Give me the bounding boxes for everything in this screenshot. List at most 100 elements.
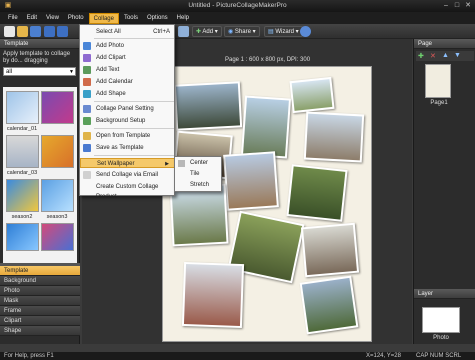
- template-hint: Apply template to collage by do... dragg…: [3, 51, 71, 64]
- move-down-icon[interactable]: ▼: [454, 52, 461, 59]
- submenu-item-stretch[interactable]: Stretch: [175, 180, 223, 191]
- template-thumb[interactable]: [6, 223, 39, 251]
- app-icon[interactable]: ▣: [3, 2, 13, 10]
- delete-page-icon[interactable]: ✕: [430, 52, 436, 60]
- page-panel-toolbar: ✚ ✕ ▲ ▼: [416, 51, 474, 61]
- template-thumb[interactable]: [41, 91, 74, 124]
- collage-photo[interactable]: [173, 81, 243, 131]
- menu-item-label: Select All: [96, 29, 121, 35]
- collage-photo[interactable]: [181, 261, 245, 329]
- help-icon[interactable]: [300, 26, 311, 37]
- collage-page[interactable]: [162, 66, 372, 342]
- submenu-item-tile[interactable]: Tile: [175, 169, 223, 180]
- category-frame[interactable]: Frame: [0, 306, 80, 316]
- template-thumb[interactable]: [41, 179, 74, 212]
- background-icon: [83, 117, 91, 125]
- template-thumb[interactable]: [6, 179, 39, 212]
- add-button[interactable]: ✚ Add ▾: [192, 26, 222, 37]
- submenu-item-label: Stretch: [190, 182, 210, 188]
- menu-item-add-calendar[interactable]: Add Calendar: [80, 77, 176, 87]
- menu-item-open-from-template[interactable]: Open from Template: [80, 131, 176, 141]
- collage-photo[interactable]: [223, 151, 279, 211]
- menu-options[interactable]: Options: [143, 13, 172, 24]
- menu-file[interactable]: File: [4, 13, 22, 24]
- wizard-button[interactable]: ▤ Wizard ▾: [264, 26, 303, 37]
- menu-item-collage-panel-setting[interactable]: Collage Panel Setting: [80, 104, 176, 114]
- clipart-icon: [83, 54, 91, 62]
- submenu-item-label: Tile: [190, 171, 200, 177]
- calendar-icon: [83, 78, 91, 86]
- menu-item-add-photo[interactable]: Add Photo: [80, 41, 176, 51]
- collage-photo[interactable]: [240, 95, 292, 159]
- menu-item-label: Set Wallpaper: [97, 161, 135, 167]
- template-thumb[interactable]: [41, 135, 74, 168]
- thumbnail-label: calendar_01: [6, 126, 38, 132]
- menu-help[interactable]: Help: [173, 13, 193, 24]
- menu-item-add-shape[interactable]: Add Shape: [80, 89, 176, 99]
- page-thumbnail[interactable]: [425, 64, 451, 98]
- category-photo[interactable]: Photo: [0, 286, 80, 296]
- submenu-arrow-icon: ▶: [165, 161, 169, 167]
- menu-item-add-text[interactable]: Add Text: [80, 65, 176, 75]
- menu-item-label: Save as Template: [96, 145, 144, 151]
- close-icon[interactable]: ✕: [463, 2, 473, 10]
- template-thumb[interactable]: [6, 91, 39, 124]
- category-shape[interactable]: Shape: [0, 326, 80, 336]
- maximize-icon[interactable]: □: [452, 2, 462, 10]
- menu-item-select-all[interactable]: Select All Ctrl+A: [80, 27, 176, 37]
- template-thumb[interactable]: [6, 135, 39, 168]
- template-filter-select[interactable]: all ▼: [3, 67, 76, 76]
- layer-thumbnail[interactable]: [422, 307, 460, 333]
- wizard-button-label: Wizard: [275, 29, 295, 35]
- menu-item-label: Background Setup: [96, 118, 146, 124]
- category-background[interactable]: Background: [0, 276, 80, 286]
- template-thumb[interactable]: [41, 223, 74, 251]
- collage-photo[interactable]: [169, 183, 229, 247]
- move-up-icon[interactable]: ▲: [442, 52, 449, 59]
- layer-panel: Layer Photo: [414, 289, 475, 341]
- category-clipart[interactable]: Clipart: [0, 316, 80, 326]
- collage-photo[interactable]: [286, 164, 348, 222]
- zoom-icon[interactable]: [178, 26, 189, 37]
- menu-item-label: Collage Panel Setting: [96, 106, 154, 112]
- menu-collage[interactable]: Collage: [88, 12, 119, 24]
- status-bar: For Help, press F1 X=124, Y=28 CAP NUM S…: [0, 352, 475, 360]
- share-button[interactable]: ◉ Share ▾: [224, 26, 260, 37]
- menu-item-add-clipart[interactable]: Add Clipart: [80, 53, 176, 63]
- save-icon[interactable]: [30, 26, 41, 37]
- layer-item-label: Photo: [433, 335, 449, 341]
- menu-item-create-custom-collage-product[interactable]: Create Custom Collage Product: [80, 182, 176, 200]
- add-page-icon[interactable]: ✚: [418, 52, 424, 60]
- menu-tools[interactable]: Tools: [120, 13, 142, 24]
- redo-icon[interactable]: [57, 26, 68, 37]
- menu-item-send-collage-via-email[interactable]: Send Collage via Email: [80, 170, 176, 180]
- new-file-icon[interactable]: [4, 26, 15, 37]
- category-template[interactable]: Template: [0, 266, 80, 276]
- wallpaper-submenu: Center Tile Stretch: [174, 156, 222, 192]
- menu-item-label: Add Calendar: [96, 79, 133, 85]
- menu-separator: [94, 101, 174, 102]
- collage-photo[interactable]: [289, 76, 335, 114]
- minimize-icon[interactable]: –: [441, 2, 451, 10]
- share-button-label: Share: [234, 29, 251, 35]
- template-thumbnail-grid[interactable]: calendar_01 calendar_03 season2 season3: [3, 87, 77, 263]
- menu-edit[interactable]: Edit: [23, 13, 41, 24]
- collage-photo[interactable]: [303, 111, 365, 163]
- undo-icon[interactable]: [44, 26, 55, 37]
- submenu-item-label: Center: [190, 160, 209, 166]
- template-panel: Template Apply template to collage by do…: [0, 39, 80, 344]
- menu-item-background-setup[interactable]: Background Setup: [80, 116, 176, 126]
- menu-view[interactable]: View: [42, 13, 63, 24]
- menu-separator: [94, 128, 174, 129]
- collage-photo[interactable]: [300, 222, 360, 278]
- menu-item-save-as-template[interactable]: Save as Template: [80, 143, 176, 153]
- chevron-down-icon: ▼: [69, 69, 74, 75]
- title-bar: Untitled - PictureCollageMakerPro ▣ – □ …: [0, 0, 475, 12]
- menu-photo[interactable]: Photo: [64, 13, 88, 24]
- panel-settings-icon: [83, 105, 91, 113]
- category-mask[interactable]: Mask: [0, 296, 80, 306]
- submenu-item-center[interactable]: Center: [175, 158, 223, 169]
- open-folder-icon[interactable]: [17, 26, 28, 37]
- collage-photo[interactable]: [299, 275, 359, 335]
- menu-item-set-wallpaper[interactable]: Set Wallpaper ▶: [80, 158, 176, 168]
